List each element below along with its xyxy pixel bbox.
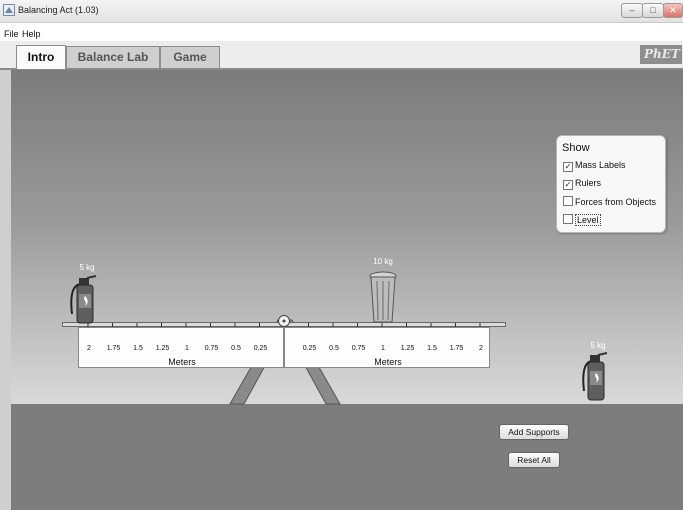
mass-label-left-extinguisher: 5 kg <box>79 263 95 272</box>
left-ruler-caption: Meters <box>168 357 196 367</box>
ruler-tick-label: 1.5 <box>427 345 437 352</box>
ruler-tick-label: 1.75 <box>449 345 464 352</box>
fire-extinguisher-icon[interactable] <box>580 351 614 403</box>
ruler-tick-label: 0.75 <box>351 345 366 352</box>
ruler-tick-label: 2 <box>479 345 483 352</box>
pivot-icon <box>278 315 290 327</box>
plank-ticks <box>87 323 481 336</box>
ruler-tick-label: 0.75 <box>204 345 219 352</box>
checkbox-rulers-box[interactable]: ✓ <box>563 180 573 190</box>
ruler-tick-label: 0.5 <box>329 345 339 352</box>
ruler-tick-label: 1 <box>185 345 189 352</box>
ruler-tick-label: 0.25 <box>253 345 268 352</box>
left-ruler: 2 1.75 1.5 1.25 1 0.75 0.5 0.25 Meters <box>78 327 284 368</box>
checkbox-mass-labels-label: Mass Labels <box>575 160 626 170</box>
checkbox-rulers[interactable]: ✓ Rulers <box>563 178 601 190</box>
trash-can-icon[interactable] <box>367 268 399 324</box>
checkbox-forces-box[interactable] <box>563 196 573 206</box>
ruler-tick-label: 2 <box>87 345 91 352</box>
ruler-tick-label: 0.25 <box>302 345 317 352</box>
checkbox-level-label: Level <box>575 214 601 226</box>
right-ruler: 0.25 0.5 0.75 1 1.25 1.5 1.75 2 Meters <box>284 327 490 368</box>
add-supports-button[interactable]: Add Supports <box>499 424 569 440</box>
ruler-tick-label: 0.5 <box>231 345 241 352</box>
checkbox-rulers-label: Rulers <box>575 178 602 188</box>
checkbox-forces-label: Forces from Objects <box>575 197 657 207</box>
checkbox-forces-from-objects[interactable]: Forces from Objects <box>563 196 656 208</box>
show-panel-title: Show <box>562 142 590 154</box>
ruler-tick-label: 1 <box>381 345 385 352</box>
ruler-tick-label: 1.25 <box>155 345 170 352</box>
mass-label-tray-extinguisher: 5 kg <box>590 341 606 350</box>
ruler-tick-label: 1.25 <box>400 345 415 352</box>
checkbox-level[interactable]: Level <box>563 214 601 226</box>
ruler-tick-label: 1.75 <box>106 345 121 352</box>
ruler-tick-label: 1.5 <box>133 345 143 352</box>
checkbox-level-box[interactable] <box>563 214 573 224</box>
fire-extinguisher-icon[interactable] <box>68 274 104 324</box>
reset-all-button[interactable]: Reset All <box>508 452 560 468</box>
show-panel: Show ✓ Mass Labels ✓ Rulers Forces from Ob… <box>556 135 666 233</box>
checkbox-mass-labels-box[interactable]: ✓ <box>563 162 573 172</box>
mass-label-trash-can: 10 kg <box>373 257 393 266</box>
checkbox-mass-labels[interactable]: ✓ Mass Labels <box>563 160 626 172</box>
right-ruler-caption: Meters <box>374 357 402 367</box>
